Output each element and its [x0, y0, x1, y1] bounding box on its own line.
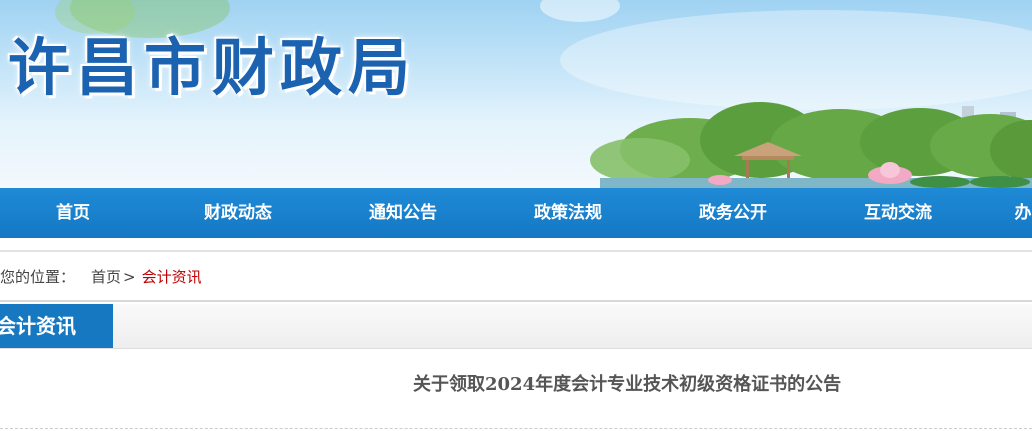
breadcrumb: 您的位置： 首页 > 会计资讯: [0, 258, 202, 296]
breadcrumb-label: 您的位置：: [0, 268, 76, 286]
nav-item-finance-news[interactable]: 财政动态: [163, 188, 313, 238]
nav-item-government-affairs[interactable]: 政务公开: [658, 188, 808, 238]
section-header: 会计资讯: [0, 304, 1032, 349]
breadcrumb-current[interactable]: 会计资讯: [142, 268, 202, 286]
main-nav: 首页 财政动态 通知公告 政策法规 政务公开 互动交流 办: [0, 188, 1032, 238]
divider: [0, 300, 1032, 302]
nav-item-home[interactable]: 首页: [0, 188, 148, 238]
section-title: 会计资讯: [0, 304, 113, 348]
nav-item-policies[interactable]: 政策法规: [493, 188, 643, 238]
nav-item-notices[interactable]: 通知公告: [328, 188, 478, 238]
breadcrumb-home-link[interactable]: 首页: [91, 268, 121, 286]
breadcrumb-separator: >: [123, 268, 136, 286]
divider: [0, 250, 1032, 252]
header-banner: 许昌市财政局: [0, 0, 1032, 188]
article-title: 关于领取2024年度会计专业技术初级资格证书的公告: [413, 374, 842, 395]
site-title: 许昌市财政局: [8, 31, 417, 104]
divider: [0, 428, 1032, 429]
nav-item-services[interactable]: 办: [948, 188, 1032, 238]
